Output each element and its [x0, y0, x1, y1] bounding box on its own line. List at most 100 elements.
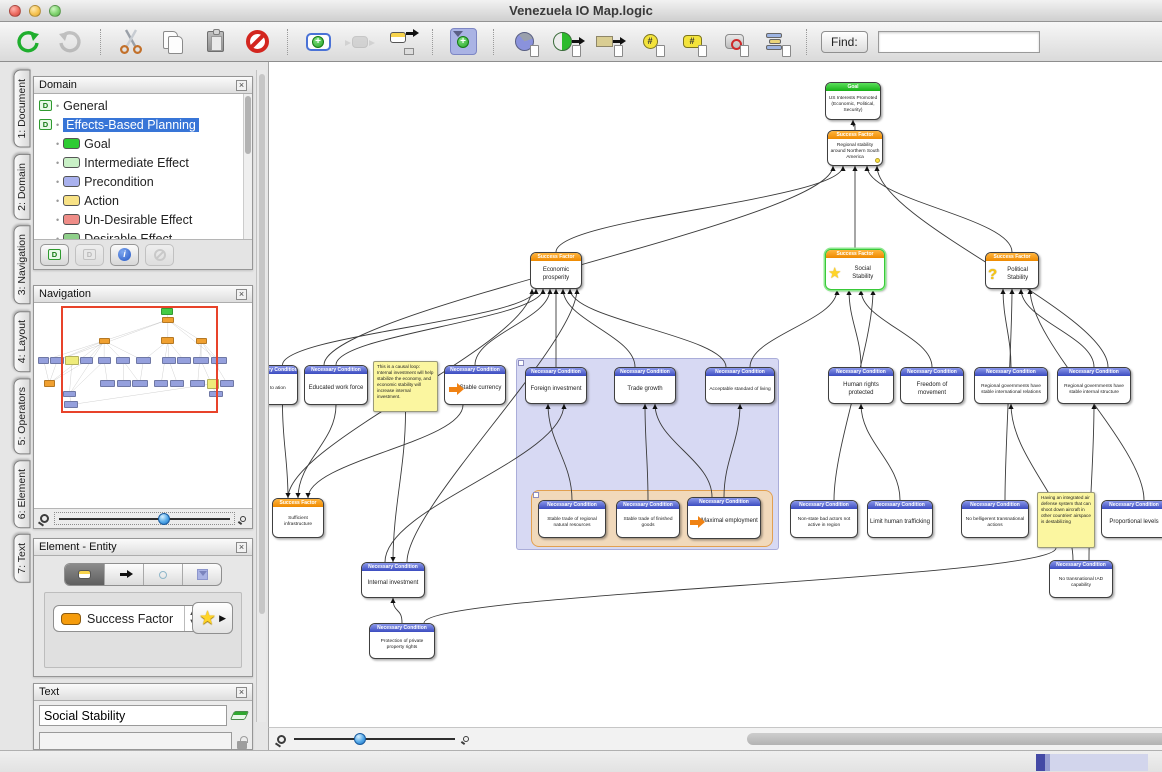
node-nc-internal[interactable]: Necessary ConditionInternal investment: [361, 562, 425, 598]
zoom-in-icon[interactable]: [463, 736, 469, 742]
node-sf-sufficient[interactable]: Success FactorSufficient infrastructure: [272, 498, 324, 538]
domain-tree-item[interactable]: D•General: [34, 96, 252, 115]
domain-tree-item[interactable]: •Action: [34, 191, 252, 210]
node-sf-social[interactable]: Success Factor★Social Stability: [825, 249, 885, 290]
node-nc-educated[interactable]: Necessary ConditionEducated work force: [304, 365, 368, 405]
copy-button[interactable]: [157, 27, 189, 57]
number-circle-button[interactable]: #: [634, 27, 666, 57]
pie-report-button[interactable]: [508, 27, 540, 57]
node-nc-proportional[interactable]: Necessary ConditionProportional levels: [1101, 500, 1162, 538]
node-note-causal[interactable]: This is a causal loop: Internal investme…: [373, 361, 438, 412]
node-sf-economic[interactable]: Success FactorEconomic prosperity: [530, 252, 582, 289]
minimap-zoom-slider[interactable]: [54, 512, 235, 525]
minimap[interactable]: [34, 303, 252, 509]
entity-type-select[interactable]: Success Factor ▲▼: [53, 605, 200, 632]
node-nc-human-rights[interactable]: Necessary ConditionHuman rights protecte…: [828, 367, 894, 404]
add-entity-button[interactable]: +: [302, 27, 334, 57]
node-nc-maximal[interactable]: Necessary ConditionMaximal employment: [687, 497, 761, 539]
sidebar-tab-layout[interactable]: 4: Layout: [14, 311, 31, 372]
number-box-button[interactable]: #: [676, 27, 708, 57]
node-nc-currency[interactable]: Necessary ConditionStable currency: [444, 365, 506, 405]
node-sf-regional[interactable]: Success FactorRegional stability around …: [827, 130, 883, 166]
entity-status-button[interactable]: [718, 27, 750, 57]
zoom-out-icon[interactable]: [40, 514, 49, 523]
sidebar-tab-operators[interactable]: 5: Operators: [14, 378, 31, 454]
close-icon[interactable]: ×: [236, 687, 247, 698]
action-report-button[interactable]: [592, 27, 624, 57]
find-input[interactable]: [878, 31, 1040, 53]
redo-button[interactable]: [54, 27, 86, 57]
tab-entity[interactable]: [65, 564, 104, 585]
node-nc-protection[interactable]: Necessary ConditionProtection of private…: [369, 623, 435, 659]
node-nc-reg-internal[interactable]: Necessary ConditionRegional governments …: [1057, 367, 1131, 404]
pie-chart-icon: [515, 32, 534, 51]
domain-tree-item[interactable]: D•Effects-Based Planning: [34, 115, 252, 134]
select-tool-button[interactable]: +: [447, 27, 479, 57]
node-nc-freedom[interactable]: Necessary ConditionFreedom of movement: [900, 367, 964, 404]
node-nc-trade-nat[interactable]: Necessary ConditionStable trade of regio…: [538, 500, 606, 538]
domain-tree-item[interactable]: •Intermediate Effect: [34, 153, 252, 172]
zoom-out-icon[interactable]: [277, 735, 286, 744]
element-notes-input[interactable]: [39, 732, 232, 750]
sidebar-tab-element[interactable]: 6: Element: [14, 460, 31, 528]
domain-info-button[interactable]: i: [110, 244, 139, 266]
zoom-in-icon[interactable]: [240, 516, 246, 522]
domain-tree-item[interactable]: •Goal: [34, 134, 252, 153]
transform-entity-button[interactable]: [386, 27, 418, 57]
horizontal-scrollbar[interactable]: [475, 733, 1154, 746]
edit-text-icon[interactable]: [230, 711, 249, 720]
node-nc-trade-fin[interactable]: Necessary ConditionStable trade of finis…: [616, 500, 680, 538]
node-nc-traffick[interactable]: Necessary ConditionLimit human trafficki…: [867, 500, 933, 538]
duplicate-domain-button[interactable]: D: [75, 244, 104, 266]
minimap-viewport[interactable]: [61, 306, 218, 413]
node-nc-reg-intl[interactable]: Necessary ConditionRegional governments …: [974, 367, 1048, 404]
canvas-zoom-slider[interactable]: [292, 733, 457, 746]
tab-point[interactable]: [143, 564, 182, 585]
paste-button[interactable]: [199, 27, 231, 57]
tab-connector[interactable]: [104, 564, 143, 585]
close-icon[interactable]: ×: [236, 542, 247, 553]
node-nc-non-state[interactable]: Necessary ConditionNon-state bad actors …: [790, 500, 858, 538]
tree-item-label: Action: [84, 194, 119, 208]
marker-dot: [875, 158, 880, 163]
node-goal[interactable]: GoalUS Interests Promoted (Economic, Pol…: [825, 82, 881, 120]
minimap-node: [220, 380, 234, 387]
delete-button[interactable]: [241, 27, 273, 57]
add-connector-button[interactable]: [344, 27, 376, 57]
unlock-icon[interactable]: [237, 741, 247, 749]
domain-tree-item[interactable]: •Un-Desirable Effect: [34, 210, 252, 229]
node-nc-trade[interactable]: Necessary ConditionTrade growth: [614, 367, 676, 404]
node-nc-belligerent[interactable]: Necessary ConditionNo belligerent transn…: [961, 500, 1029, 538]
cut-button[interactable]: [115, 27, 147, 57]
domain-tree-item[interactable]: •Desirable Effect: [34, 229, 252, 240]
node-note-iad[interactable]: Having an integrated air defense system …: [1037, 492, 1095, 548]
diagram-canvas[interactable]: GoalUS Interests Promoted (Economic, Pol…: [268, 62, 1162, 727]
sidebar-tab-domain[interactable]: 2: Domain: [14, 154, 31, 220]
node-nc-foreign[interactable]: Necessary ConditionForeign investment: [525, 367, 587, 404]
node-nc-no-trans[interactable]: Necessary ConditionNo transnational IAD …: [1049, 560, 1113, 598]
sidebar-tab-document[interactable]: 1: Document: [14, 70, 31, 148]
domain-tree-item[interactable]: •Precondition: [34, 172, 252, 191]
node-label: This is a causal loop: Internal investme…: [374, 362, 437, 411]
node-sf-political[interactable]: Success Factor?Political Stability: [985, 252, 1039, 289]
icon-picker-button[interactable]: ★ ▶: [192, 602, 233, 634]
arrow-icon: [572, 40, 580, 43]
domain-tree-scrollbar[interactable]: [243, 94, 252, 239]
node-nc-education[interactable]: Necessary Conditionnted to ation: [268, 365, 298, 405]
add-domain-button[interactable]: D: [40, 244, 69, 266]
scrollbar-thumb[interactable]: [747, 733, 1162, 745]
find-button[interactable]: Find:: [821, 31, 868, 53]
close-icon[interactable]: ×: [236, 80, 247, 91]
entity-report-button[interactable]: [550, 27, 582, 57]
element-text-input[interactable]: [39, 705, 227, 726]
disable-domain-button[interactable]: [145, 244, 174, 266]
sidebar-tab-text[interactable]: 7: Text: [14, 534, 31, 583]
tab-region[interactable]: [182, 564, 221, 585]
close-icon[interactable]: ×: [236, 289, 247, 300]
node-nc-standard[interactable]: Necessary ConditionAcceptable standard o…: [705, 367, 775, 404]
tree-item-label: Effects-Based Planning: [63, 118, 199, 132]
sidebar-tab-navigation[interactable]: 3: Navigation: [14, 225, 31, 304]
outline-report-button[interactable]: [760, 27, 792, 57]
undo-button[interactable]: [12, 27, 44, 57]
sidebar-scrollbar[interactable]: [256, 70, 266, 722]
